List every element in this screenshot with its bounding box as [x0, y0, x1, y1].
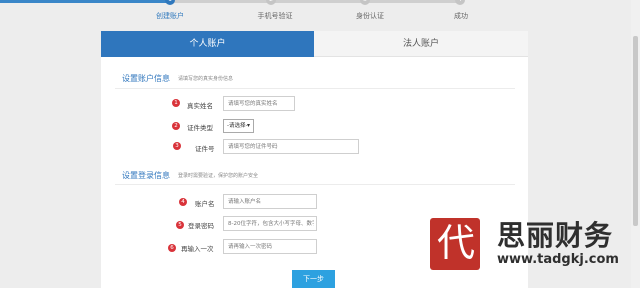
watermark-url: www.tadgkj.com [497, 252, 619, 267]
id-type-value: -请选择- [227, 123, 248, 129]
step-1-marker: 1 [165, 0, 175, 5]
step-2-label: 手机号验证 [257, 12, 293, 20]
watermark-brand: 思丽财务 [497, 219, 614, 252]
tab-personal-account[interactable]: 个人账户 [101, 31, 314, 57]
account-info-title: 设置账户信息 [122, 74, 170, 83]
step-4-label: 成功 [454, 12, 468, 20]
password-input[interactable] [223, 216, 317, 231]
confirm-password-label: 再输入一次 [181, 245, 214, 253]
field-marker-2: 2 [172, 122, 180, 130]
id-type-select[interactable]: -请选择- ▾ [223, 119, 254, 133]
confirm-password-input[interactable] [223, 239, 317, 254]
real-name-input[interactable] [223, 96, 295, 111]
progress-line-pending [170, 0, 460, 3]
field-marker-3: 3 [173, 142, 181, 150]
username-label: 账户名 [195, 200, 215, 208]
id-number-input[interactable] [223, 139, 359, 154]
page-scrollbar[interactable] [631, 0, 640, 288]
scrollbar-thumb[interactable] [633, 36, 638, 226]
account-info-subtitle: 请填写您的真实身份信息 [178, 76, 234, 82]
field-marker-4: 4 [179, 198, 187, 206]
id-type-label: 证件类型 [187, 124, 213, 132]
id-number-label: 证件号 [195, 145, 215, 153]
progress-line-done [0, 0, 170, 3]
step-2-marker: 2 [266, 0, 276, 5]
login-info-title: 设置登录信息 [122, 171, 170, 180]
section-divider [115, 88, 515, 89]
step-1-label: 创建账户 [156, 12, 184, 20]
account-type-tabs: 个人账户 法人账户 [101, 31, 528, 57]
progress-steps: 1 创建账户 2 手机号验证 3 身份认证 4 成功 [0, 0, 640, 30]
tab-corporate-account[interactable]: 法人账户 [314, 31, 528, 57]
chevron-down-icon: ▾ [246, 122, 250, 129]
username-input[interactable] [223, 194, 317, 209]
step-4-marker: 4 [455, 0, 465, 5]
field-marker-5: 5 [176, 221, 184, 229]
real-name-label: 真实姓名 [187, 102, 213, 110]
watermark-seal-char: 代 [437, 221, 476, 265]
watermark-seal: 代 [430, 218, 480, 270]
step-3-label: 身份认证 [356, 12, 384, 20]
field-marker-6: 6 [168, 244, 176, 252]
section-divider [115, 184, 515, 185]
next-step-button[interactable]: 下一步 [292, 270, 335, 288]
step-3-marker: 3 [360, 0, 370, 5]
password-label: 登录密码 [188, 222, 214, 230]
field-marker-1: 1 [172, 99, 180, 107]
login-info-subtitle: 登录时需要验证，保护您的账户安全 [178, 173, 259, 179]
